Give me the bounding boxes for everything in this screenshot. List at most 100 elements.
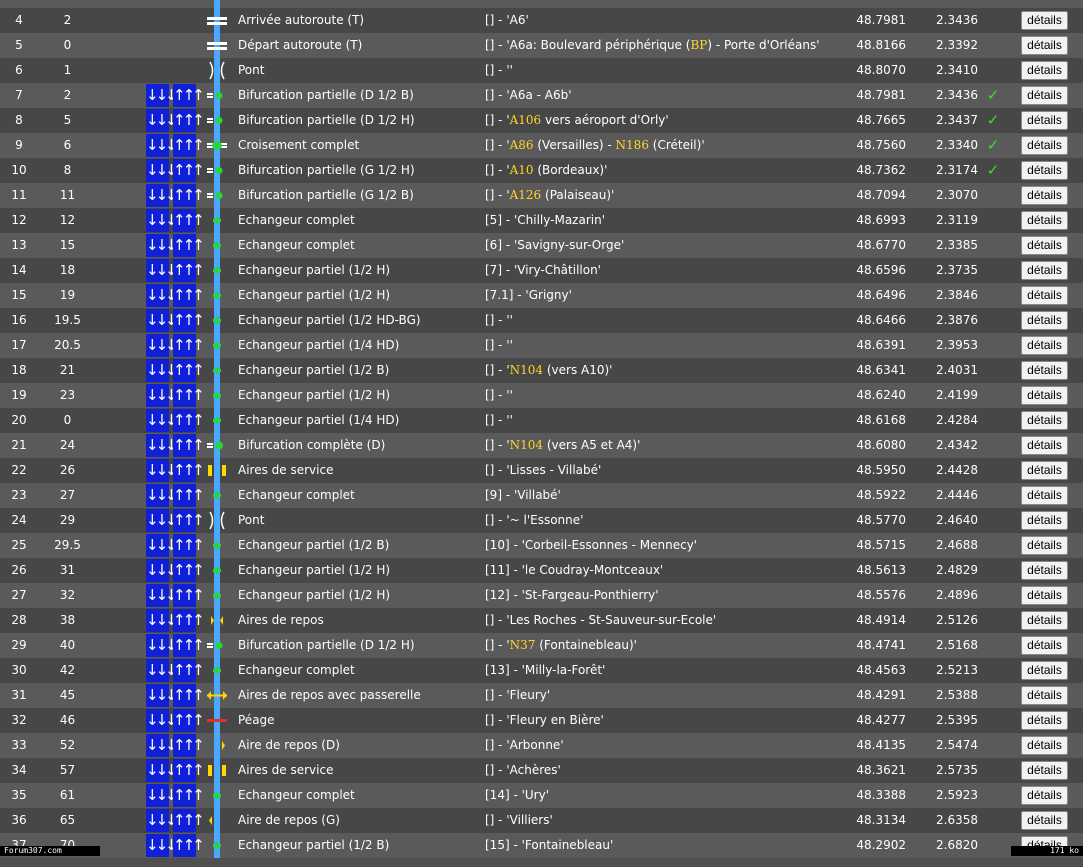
details-button[interactable]: détails (1021, 561, 1068, 580)
lanes-cell: ↓↓↓ ↑↑↑ (146, 158, 205, 183)
description-text: (Bordeaux)' (533, 163, 608, 177)
road-number: BP (690, 38, 708, 52)
details-button[interactable]: détails (1021, 461, 1068, 480)
route-line (205, 308, 229, 333)
rest-right-icon (207, 733, 227, 758)
details-button[interactable]: détails (1021, 236, 1068, 255)
details-button[interactable]: détails (1021, 661, 1068, 680)
details-button[interactable]: détails (1021, 761, 1068, 780)
bridge-icon (207, 508, 227, 533)
star-icon (207, 308, 227, 333)
route-line (205, 133, 229, 158)
details-button[interactable]: détails (1021, 111, 1068, 130)
footbridge-icon (207, 683, 227, 708)
route-line (205, 358, 229, 383)
description-text: [] - 'A6a - A6b' (485, 88, 572, 102)
details-button[interactable]: détails (1021, 11, 1068, 30)
lanes-down-icon: ↓↓↓ (146, 309, 178, 332)
details-button[interactable]: détails (1021, 261, 1068, 280)
details-button[interactable]: détails (1021, 286, 1068, 305)
bridge-icon (207, 58, 227, 83)
km-marker: 27 (59, 488, 76, 502)
lanes-up-icon: ↑↑↑ (173, 134, 205, 157)
bif-left-icon (207, 158, 227, 183)
route-line (205, 208, 229, 233)
details-button[interactable]: détails (1021, 311, 1068, 330)
latitude: 48.5576 (856, 588, 906, 602)
details-button[interactable]: détails (1021, 611, 1068, 630)
km-marker: 61 (59, 788, 76, 802)
junction-type: Aire de repos (D) (238, 738, 340, 752)
junction-description: [9] - 'Villabé' (485, 483, 845, 508)
star-icon (207, 533, 227, 558)
latitude: 48.7981 (856, 13, 906, 27)
details-button[interactable]: détails (1021, 736, 1068, 755)
description-text: [] - '~ l'Essonne' (485, 513, 584, 527)
description-text: [14] - 'Ury' (485, 788, 550, 802)
details-button[interactable]: détails (1021, 86, 1068, 105)
junction-type: Bifurcation partielle (D 1/2 B) (238, 88, 414, 102)
details-button[interactable]: détails (1021, 711, 1068, 730)
description-text: vers aéroport d'Orly' (541, 113, 669, 127)
junction-description: [] - 'Villiers' (485, 808, 845, 833)
lanes-cell: ↓↓↓ ↑↑↑ (146, 108, 205, 133)
details-button[interactable]: détails (1021, 211, 1068, 230)
latitude: 48.7560 (856, 138, 906, 152)
details-button[interactable]: détails (1021, 411, 1068, 430)
details-button[interactable]: détails (1021, 536, 1068, 555)
junction-type: Echangeur partiel (1/2 H) (238, 563, 391, 577)
details-button[interactable]: détails (1021, 811, 1068, 830)
details-button[interactable]: détails (1021, 161, 1068, 180)
lanes-cell: ↓↓↓ ↑↑↑ (146, 308, 205, 333)
junction-description: [] - 'Les Roches - St-Sauveur-sur-Ecole' (485, 608, 845, 633)
details-button[interactable]: détails (1021, 361, 1068, 380)
description-text: [10] - 'Corbeil-Essonnes - Mennecy' (485, 538, 698, 552)
latitude: 48.4741 (856, 638, 906, 652)
lanes-up-icon: ↑↑↑ (173, 284, 205, 307)
details-button[interactable]: détails (1021, 186, 1068, 205)
details-button[interactable]: détails (1021, 136, 1068, 155)
lanes-down-icon: ↓↓↓ (146, 334, 178, 357)
junction-description: [12] - 'St-Fargeau-Ponthierry' (485, 583, 845, 608)
km-marker: 0 (63, 38, 72, 52)
table-row: 9 6 ↓↓↓ ↑↑↑ Croisement complet [] - 'A86 (Ver… (0, 133, 1083, 158)
row-number: 30 (11, 663, 27, 677)
lanes-up-icon: ↑↑↑ (173, 759, 205, 782)
junction-description: [] - 'Achères' (485, 758, 845, 783)
km-marker: 31 (59, 563, 76, 577)
details-button[interactable]: détails (1021, 586, 1068, 605)
route-line (205, 258, 229, 283)
lanes-cell: ↓↓↓ ↑↑↑ (146, 208, 205, 233)
row-number: 21 (11, 438, 27, 452)
details-button[interactable]: détails (1021, 486, 1068, 505)
details-button[interactable]: détails (1021, 511, 1068, 530)
row-number: 19 (11, 388, 27, 402)
table-row: 6 1 Pont [] - '' 48.8070 2.3410 détails (0, 58, 1083, 83)
latitude: 48.4291 (856, 688, 906, 702)
lanes-cell: ↓↓↓ ↑↑↑ (146, 133, 205, 158)
details-button[interactable]: détails (1021, 36, 1068, 55)
lanes-down-icon: ↓↓↓ (146, 484, 178, 507)
latitude: 48.4135 (856, 738, 906, 752)
junction-table: 342Arrivée autoroute (T)[] - 'A6'48.7981… (0, 0, 1083, 858)
details-button[interactable]: détails (1021, 636, 1068, 655)
row-number: 33 (11, 738, 27, 752)
details-button[interactable]: détails (1021, 336, 1068, 355)
description-text: [] - 'Achères' (485, 763, 561, 777)
details-button[interactable]: détails (1021, 686, 1068, 705)
details-button[interactable]: détails (1021, 436, 1068, 455)
route-line (205, 108, 229, 133)
details-button[interactable]: détails (1021, 386, 1068, 405)
details-button[interactable]: détails (1021, 786, 1068, 805)
row-number: 14 (11, 263, 27, 277)
km-marker: 0 (63, 413, 72, 427)
longitude: 2.3392 (936, 38, 978, 52)
details-button[interactable]: détails (1021, 61, 1068, 80)
latitude: 48.2902 (856, 838, 906, 852)
row-number: 10 (11, 163, 27, 177)
longitude: 2.3436 (936, 88, 978, 102)
table-row: 12 12 ↓↓↓ ↑↑↑ Echangeur complet [5] - 'Chilly… (0, 208, 1083, 233)
route-line (205, 533, 229, 558)
km-marker: 6 (63, 138, 72, 152)
lanes-down-icon: ↓↓↓ (146, 434, 178, 457)
